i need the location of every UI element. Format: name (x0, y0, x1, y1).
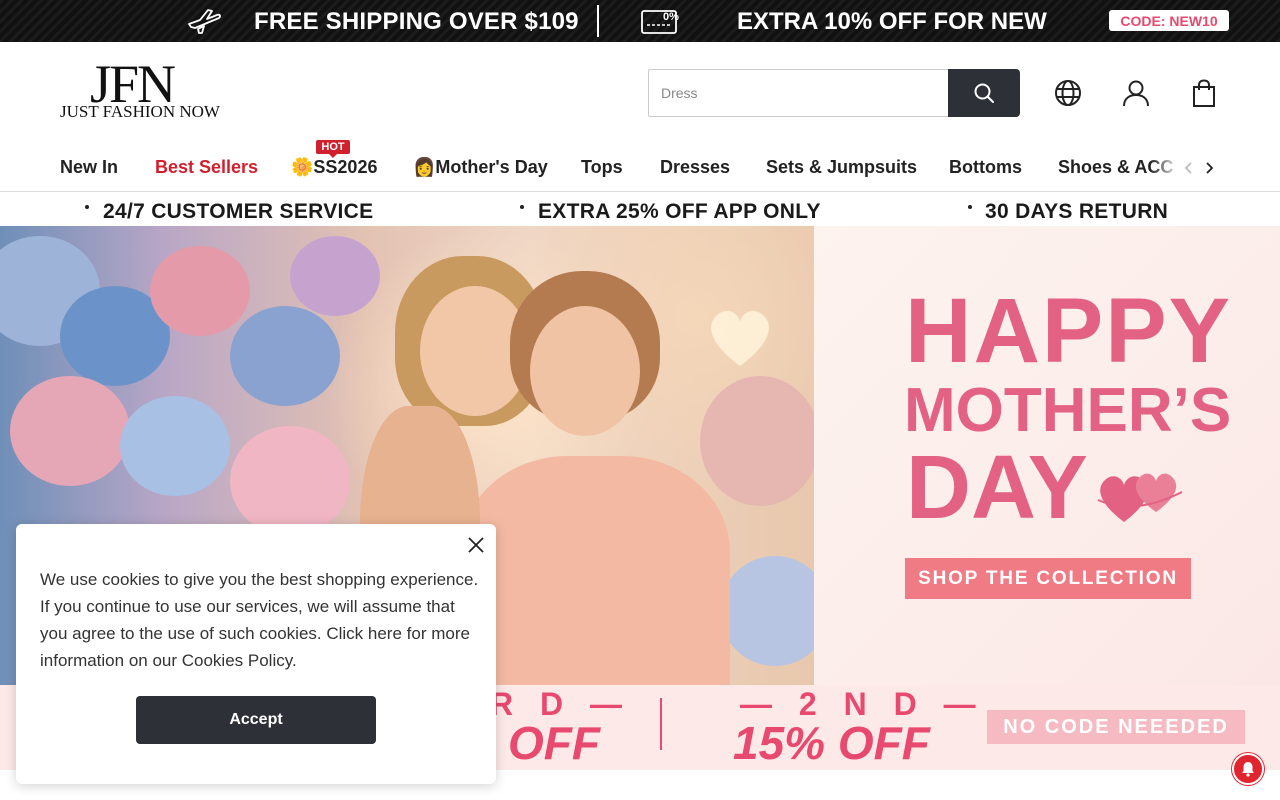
svg-text:0%: 0% (663, 11, 679, 23)
nav-item-bottoms[interactable]: Bottoms (949, 157, 1022, 178)
hot-badge: HOT (316, 140, 350, 158)
search-input[interactable] (649, 70, 948, 116)
shopping-bag-icon[interactable] (1189, 78, 1219, 108)
notification-button[interactable] (1232, 753, 1264, 785)
face-shape (530, 306, 640, 436)
close-icon (468, 537, 484, 553)
free-shipping-text: FREE SHIPPING OVER $109 (254, 8, 579, 35)
nav-item-tops[interactable]: Tops (581, 157, 623, 178)
hydrangea-shape (230, 426, 350, 536)
promo-code-badge: CODE: NEW10 (1109, 10, 1229, 31)
service-item-app-discount: EXTRA 25% OFF APP ONLY (538, 200, 821, 223)
nav-item-ss2026[interactable]: 🌼SS2026 (291, 157, 377, 178)
nav-item-dresses[interactable]: Dresses (660, 157, 730, 178)
heart-bokeh-icon (711, 310, 769, 366)
hero-title-line2: MOTHER’S (904, 376, 1232, 445)
service-item-returns: 30 DAYS RETURN (985, 200, 1169, 223)
search-box[interactable] (648, 69, 948, 117)
accept-cookies-button[interactable]: Accept (136, 696, 376, 744)
main-navigation: New In Best Sellers HOT 🌼SS2026 👩Mother'… (0, 140, 1280, 192)
nav-item-best-sellers[interactable]: Best Sellers (155, 157, 258, 178)
promo-bar: FREE SHIPPING OVER $109 0% EXTRA 10% OFF… (0, 0, 1280, 42)
extra-discount-text: EXTRA 10% OFF FOR NEW (737, 8, 1047, 35)
hydrangea-shape (150, 246, 250, 336)
hydrangea-shape (230, 306, 340, 406)
promo-3rd-offer: OFF (508, 717, 600, 769)
airplane-icon (188, 9, 221, 34)
nav-item-mothers-day[interactable]: 👩Mother's Day (413, 157, 548, 178)
nav-fade-overlay (1150, 150, 1180, 184)
service-strip: 24/7 CUSTOMER SERVICE EXTRA 25% OFF APP … (0, 192, 1280, 226)
hero-title-line3: DAY (906, 438, 1088, 538)
cookie-message[interactable]: We use cookies to give you the best shop… (40, 566, 480, 674)
hydrangea-shape (290, 236, 380, 316)
bullet-dot (85, 205, 89, 209)
coupon-icon: 0% (641, 10, 679, 34)
chevron-left-icon[interactable] (1183, 161, 1195, 175)
hydrangea-shape (700, 376, 820, 506)
chevron-right-icon[interactable] (1203, 161, 1215, 175)
site-logo[interactable]: JFN JUST FASHION NOW (60, 56, 230, 126)
hydrangea-shape (120, 396, 230, 496)
close-button[interactable] (465, 534, 487, 556)
no-code-badge: NO CODE NEEEDED (987, 710, 1245, 744)
hearts-icon (1097, 473, 1183, 522)
bell-icon (1242, 762, 1254, 777)
hero-title-line1: HAPPY (905, 280, 1232, 382)
shirt-shape (460, 456, 730, 685)
logo-wordmark: JUST FASHION NOW (60, 102, 220, 121)
promo-2nd-offer: 15% OFF (733, 717, 930, 769)
user-icon[interactable] (1121, 78, 1151, 108)
promo-divider (660, 698, 662, 750)
hydrangea-shape (10, 376, 130, 486)
search-button[interactable] (948, 69, 1020, 117)
nav-item-new-in[interactable]: New In (60, 157, 118, 178)
search-icon (974, 83, 994, 103)
shop-collection-button[interactable]: SHOP THE COLLECTION (905, 558, 1191, 599)
globe-icon[interactable] (1053, 78, 1083, 108)
bullet-dot (520, 205, 524, 209)
bullet-dot (968, 205, 972, 209)
service-item-customer-service: 24/7 CUSTOMER SERVICE (103, 200, 374, 223)
cookie-consent-dialog: We use cookies to give you the best shop… (16, 524, 496, 784)
nav-item-sets-jumpsuits[interactable]: Sets & Jumpsuits (766, 157, 917, 178)
promo-divider (597, 5, 599, 37)
